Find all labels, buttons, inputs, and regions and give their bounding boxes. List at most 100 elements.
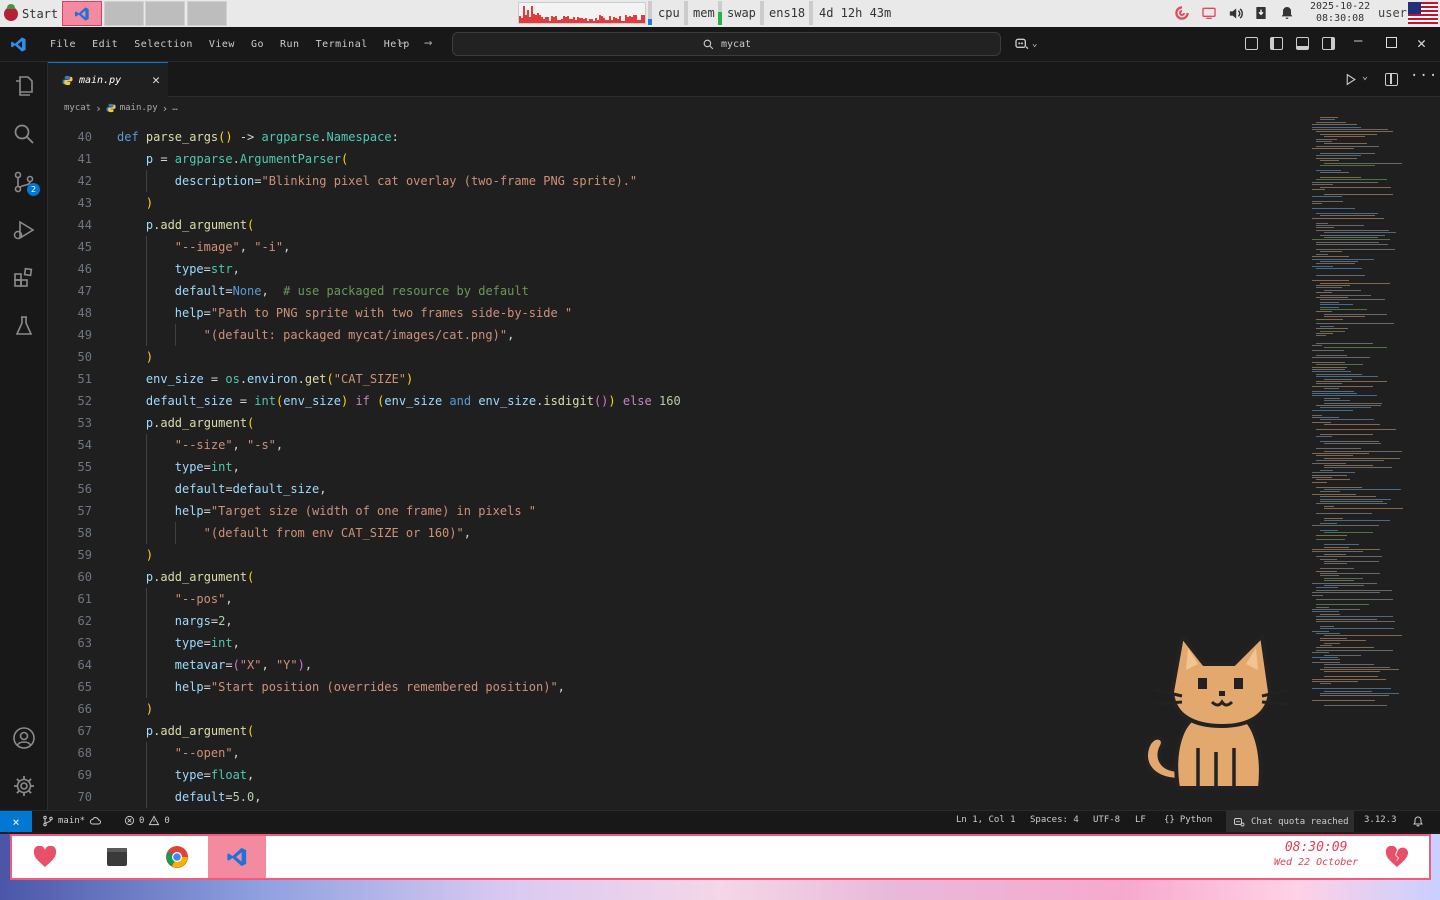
menu-terminal[interactable]: Terminal: [308, 39, 376, 50]
minimap[interactable]: [1312, 117, 1430, 707]
tray-volume[interactable]: [1227, 4, 1244, 22]
breadcrumb-folder[interactable]: mycat: [64, 103, 91, 113]
minimap-line: [1320, 119, 1336, 121]
minimap-line: [1320, 441, 1379, 442]
tab-main-py[interactable]: main.py ✕: [48, 62, 168, 97]
vscode-icon: [227, 847, 247, 867]
minimap-line: [1320, 177, 1361, 178]
tray-screen[interactable]: [1201, 4, 1217, 22]
tray-updates[interactable]: [1253, 4, 1269, 22]
minimap-line: [1316, 429, 1396, 430]
menu-selection[interactable]: Selection: [126, 39, 201, 50]
menu-run[interactable]: Run: [272, 39, 308, 50]
minimap-line: [1324, 136, 1366, 138]
close-window-icon[interactable]: ✕: [1417, 34, 1426, 52]
swap-label: swap: [727, 6, 756, 20]
testing-flask-icon[interactable]: [12, 314, 36, 338]
close-tab-icon[interactable]: ✕: [152, 73, 160, 88]
remote-indicator-icon[interactable]: ⨯: [0, 811, 32, 832]
chat-quota-indicator[interactable]: Chat quota reached: [1226, 811, 1354, 832]
code-token: float: [210, 768, 248, 782]
settings-gear-icon[interactable]: [12, 774, 36, 798]
minimap-line: [1320, 407, 1372, 409]
cursor-position[interactable]: Ln 1, Col 1: [956, 815, 1016, 825]
more-actions-icon[interactable]: ···: [1410, 68, 1438, 84]
code-token: env_size: [283, 394, 341, 408]
pixel-cat-overlay[interactable]: [1138, 630, 1290, 792]
extensions-icon[interactable]: [12, 266, 36, 290]
indent-guide: [145, 478, 147, 500]
code-token: ,: [232, 460, 240, 474]
language-mode[interactable]: {} Python: [1164, 815, 1212, 825]
keyboard-layout-flag-icon[interactable]: [1408, 2, 1438, 24]
minimap-line: [1316, 141, 1332, 142]
branch-indicator[interactable]: main*: [42, 815, 102, 827]
accounts-icon[interactable]: [12, 726, 36, 750]
file-encoding[interactable]: UTF-8: [1093, 815, 1120, 825]
split-editor-icon[interactable]: [1385, 73, 1398, 86]
window-thumb-2[interactable]: [104, 1, 144, 26]
maximize-icon[interactable]: [1386, 37, 1397, 48]
problems-indicator[interactable]: 0 0: [124, 815, 170, 826]
code-token: ,: [232, 746, 240, 760]
back-arrow-icon[interactable]: ←: [398, 35, 406, 51]
minimap-line: [1320, 637, 1348, 639]
minimap-line: [1320, 613, 1340, 615]
explorer-icon[interactable]: [12, 74, 36, 98]
minimap-line: [1312, 239, 1391, 241]
breadcrumb-file[interactable]: main.py: [120, 103, 158, 113]
minimap-line: [1312, 414, 1323, 416]
user-label[interactable]: user: [1378, 6, 1407, 20]
run-options-chevron-icon[interactable]: ⌄: [1362, 71, 1368, 82]
menu-help[interactable]: Help: [376, 39, 418, 50]
code-token: .: [232, 152, 240, 166]
copilot-menu-button[interactable]: ⌄: [1014, 36, 1037, 52]
minimap-line: [1312, 189, 1325, 190]
dock-vscode[interactable]: [208, 836, 266, 878]
customize-layout-icon[interactable]: [1245, 37, 1258, 50]
code-line: description="Blinking pixel cat overlay …: [175, 170, 637, 192]
window-thumb-vscode[interactable]: [62, 1, 102, 26]
menu-file[interactable]: File: [42, 39, 84, 50]
menu-view[interactable]: View: [201, 39, 243, 50]
system-clock[interactable]: 2025-10-22 08:30:08: [1310, 1, 1370, 25]
search-view-icon[interactable]: [12, 122, 36, 146]
menu-edit[interactable]: Edit: [84, 39, 126, 50]
menu-go[interactable]: Go: [243, 39, 272, 50]
minimize-icon[interactable]: —: [1354, 33, 1362, 49]
spiral-app-icon: [1175, 6, 1189, 20]
code-line: p = argparse.ArgumentParser(: [146, 148, 348, 170]
code-token: ,: [261, 658, 276, 672]
indentation-setting[interactable]: Spaces: 4: [1030, 815, 1079, 825]
end-of-line[interactable]: LF: [1135, 815, 1146, 825]
notifications-bell-icon[interactable]: [1412, 815, 1424, 828]
broken-heart-icon: [1385, 846, 1408, 867]
run-debug-icon[interactable]: [12, 218, 36, 242]
toggle-secondary-sidebar-icon[interactable]: [1322, 37, 1335, 50]
dock-terminal[interactable]: [88, 836, 146, 878]
start-menu-button[interactable]: Start: [0, 0, 58, 27]
window-thumb-3[interactable]: [145, 1, 185, 26]
tray-refresh[interactable]: [1173, 4, 1191, 22]
forward-arrow-icon[interactable]: →: [424, 35, 432, 51]
python-version[interactable]: 3.12.3: [1364, 815, 1397, 825]
dock-favorites[interactable]: [16, 836, 74, 878]
minimap-line: [1316, 268, 1362, 270]
toggle-primary-sidebar-icon[interactable]: [1270, 37, 1283, 50]
window-thumb-4[interactable]: [187, 1, 227, 26]
dock-broken-heart[interactable]: [1368, 836, 1426, 878]
toggle-panel-icon[interactable]: [1296, 37, 1309, 50]
minimap-line: [1320, 568, 1354, 570]
tray-notifications[interactable]: [1279, 4, 1295, 22]
minimap-line: [1324, 450, 1402, 452]
breadcrumb-more[interactable]: …: [172, 103, 177, 113]
dock-clock[interactable]: 08:30:09 Wed 22 October: [1274, 840, 1358, 868]
command-center-search[interactable]: mycat: [452, 32, 1001, 56]
line-number: 64: [77, 658, 92, 672]
run-python-file-icon[interactable]: [1344, 73, 1357, 86]
code-token: =: [203, 306, 211, 320]
minimap-line: [1324, 313, 1387, 315]
line-number: 44: [77, 218, 92, 232]
dock-chrome[interactable]: [148, 836, 206, 878]
minimap-line: [1324, 465, 1374, 466]
